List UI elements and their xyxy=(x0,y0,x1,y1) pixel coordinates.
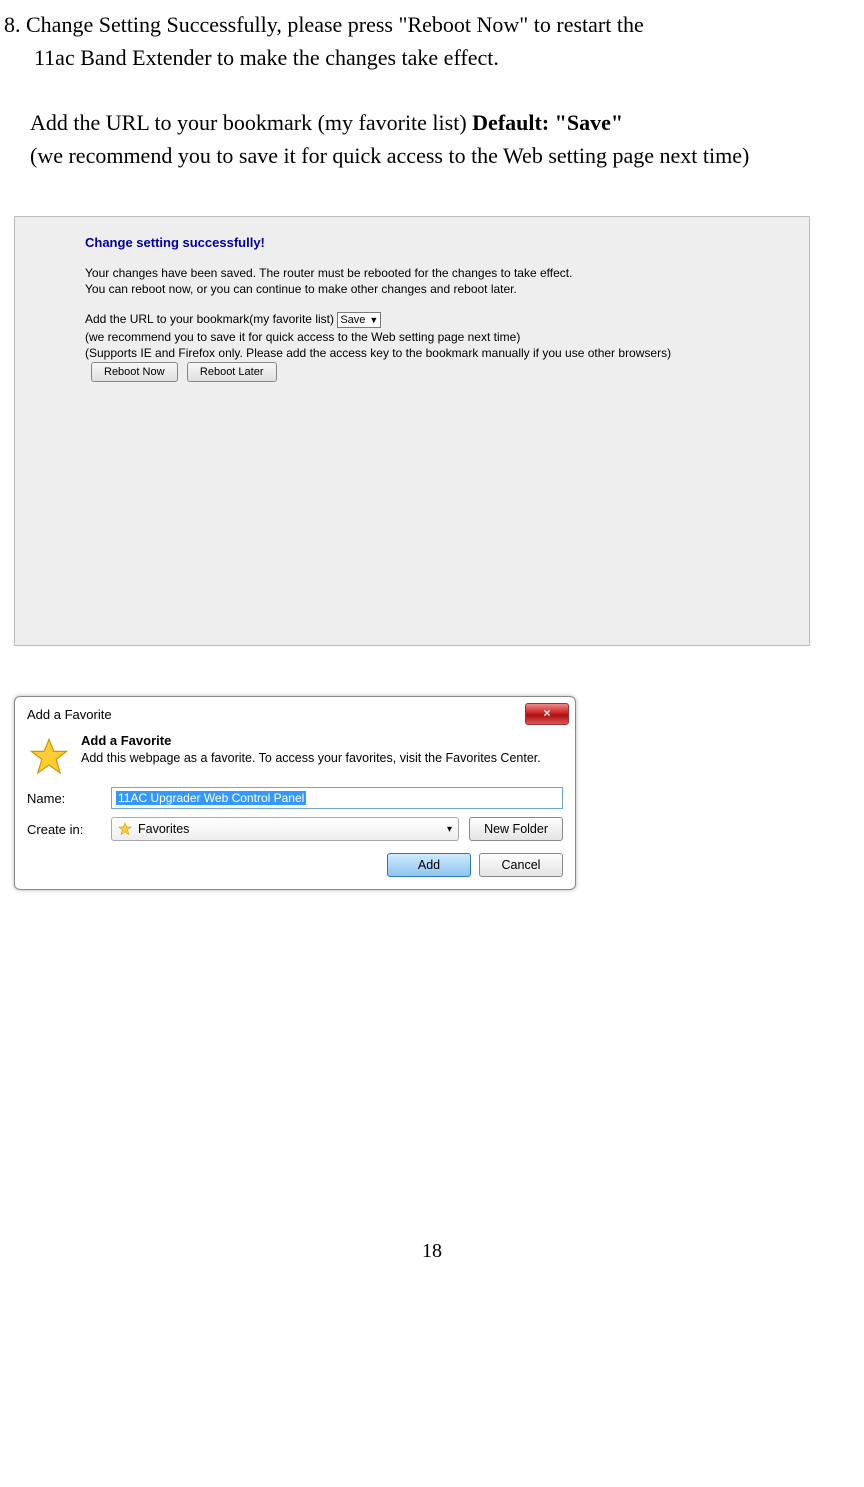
bookmark-paragraph: Add the URL to your bookmark (my favorit… xyxy=(30,106,854,172)
panel1-line2: You can reboot now, or you can continue … xyxy=(85,282,809,296)
panel1-line3: Add the URL to your bookmark(my favorite… xyxy=(85,312,334,326)
add-button[interactable]: Add xyxy=(387,853,471,877)
reboot-later-button[interactable]: Reboot Later xyxy=(187,362,277,382)
dialog-titlebar: Add a Favorite × xyxy=(15,697,575,729)
star-icon xyxy=(29,737,69,777)
createin-value: Favorites xyxy=(138,822,189,836)
name-field-value: 11AC Upgrader Web Control Panel xyxy=(116,791,306,805)
createin-label: Create in: xyxy=(27,822,101,837)
step-text-line1: Change Setting Successfully, please pres… xyxy=(26,12,644,37)
save-dropdown[interactable]: Save▼ xyxy=(337,312,381,328)
mini-star-icon xyxy=(118,822,132,836)
add-favorite-dialog: Add a Favorite × Add a Favorite Add this… xyxy=(14,696,576,890)
chevron-down-icon: ▾ xyxy=(447,824,452,835)
step-8-paragraph: 8. Change Setting Successfully, please p… xyxy=(4,8,854,74)
name-field[interactable]: 11AC Upgrader Web Control Panel xyxy=(111,787,563,809)
panel1-line5: (Supports IE and Firefox only. Please ad… xyxy=(85,346,809,360)
dialog-description: Add this webpage as a favorite. To acces… xyxy=(81,750,541,766)
panel1-title: Change setting successfully! xyxy=(85,235,809,250)
bookmark-text-1: Add the URL to your bookmark (my favorit… xyxy=(30,110,472,135)
dialog-heading: Add a Favorite xyxy=(81,733,541,748)
chevron-down-icon: ▼ xyxy=(365,315,378,325)
router-settings-panel: Change setting successfully! Your change… xyxy=(14,216,810,646)
bookmark-default-bold: Default: "Save" xyxy=(472,110,623,135)
dialog-title: Add a Favorite xyxy=(27,707,112,722)
step-text-line2: 11ac Band Extender to make the changes t… xyxy=(4,45,499,70)
step-number: 8. xyxy=(4,12,21,37)
page-number: 18 xyxy=(0,1240,864,1293)
cancel-button[interactable]: Cancel xyxy=(479,853,563,877)
close-icon: × xyxy=(543,706,550,720)
panel1-line1: Your changes have been saved. The router… xyxy=(85,266,809,280)
bookmark-text-2: (we recommend you to save it for quick a… xyxy=(30,143,749,168)
new-folder-button[interactable]: New Folder xyxy=(469,817,563,841)
panel1-line4: (we recommend you to save it for quick a… xyxy=(85,330,809,344)
close-button[interactable]: × xyxy=(525,703,569,725)
createin-dropdown[interactable]: Favorites ▾ xyxy=(111,817,459,841)
name-label: Name: xyxy=(27,791,101,806)
save-dropdown-value: Save xyxy=(340,314,365,326)
panel1-line3-row: Add the URL to your bookmark(my favorite… xyxy=(85,312,809,328)
reboot-now-button[interactable]: Reboot Now xyxy=(91,362,178,382)
